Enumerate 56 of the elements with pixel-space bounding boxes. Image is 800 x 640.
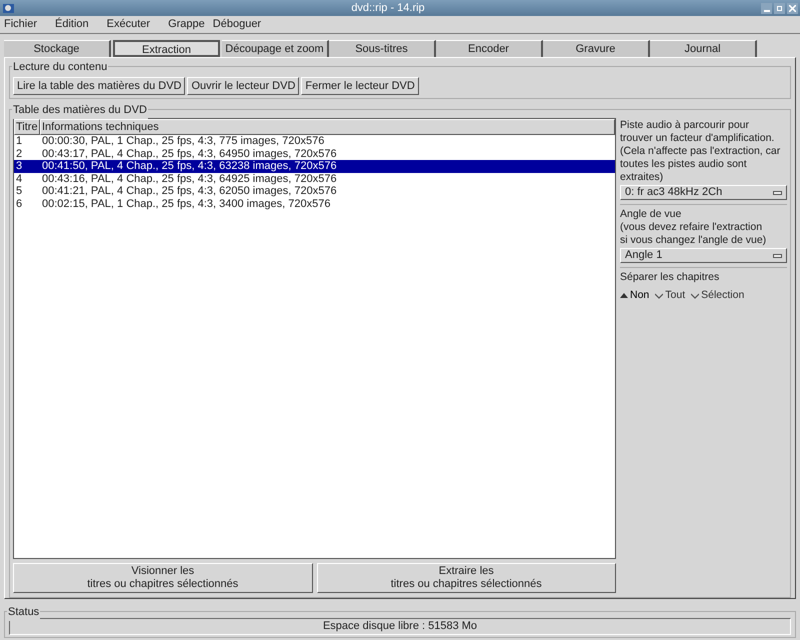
dropdown[interactable]: Angle 1 — [620, 248, 787, 263]
menu-item[interactable]: Fichier — [4, 16, 38, 33]
table-row[interactable]: 2 00:43:17, PAL, 4 Chap., 25 fps, 4:3, 64950 images, 720x576 — [14, 148, 615, 160]
radio-icon — [655, 292, 664, 300]
table-cell-text: 00:41:21, PAL, 4 Chap., 25 fps, 4:3, 62050 images, 720x576 — [41, 185, 337, 198]
table-cell-text: 2 — [15, 148, 24, 160]
column-header[interactable]: Titre — [14, 119, 40, 135]
radio-option[interactable]: Sélection — [691, 289, 744, 302]
toolbar-button[interactable]: Ouvrir le lecteur DVD — [187, 77, 300, 95]
tab[interactable]: Découpage et zoom — [222, 40, 329, 57]
table-cell-text: 6 — [15, 198, 24, 210]
toolbar-button[interactable]: Fermer le lecteur DVD — [301, 77, 419, 95]
dropdown[interactable]: 0: fr ac3 48kHz 2Ch — [620, 185, 787, 200]
menu-item[interactable]: Édition — [55, 16, 89, 33]
table-cell-text: 00:43:16, PAL, 4 Chap., 25 fps, 4:3, 64925 images, 720x576 — [41, 172, 337, 185]
table-cell-text: 1 — [15, 135, 24, 148]
group-title: Status — [7, 604, 40, 620]
table-row[interactable]: 1 00:00:30, PAL, 1 Chap., 25 fps, 4:3, 775 images, 720x576 — [14, 135, 615, 148]
radio-option[interactable]: Tout — [655, 289, 686, 302]
tab[interactable]: Encoder — [436, 40, 543, 57]
split-chapters-label: Séparer les chapitres — [620, 271, 720, 284]
table-cell-text: 5 — [15, 185, 24, 198]
minimize-button[interactable] — [761, 2, 772, 14]
tab[interactable]: Stockage — [4, 40, 111, 57]
action-button[interactable]: Extraire les titres ou chapitres sélectionnés — [316, 563, 616, 593]
tab[interactable]: Extraction — [113, 40, 220, 57]
menu-item[interactable]: Exécuter — [106, 16, 150, 33]
column-header[interactable]: Informations techniques — [40, 119, 615, 135]
audio-track-label: Piste audio à parcourir pour trouver un facteur d'amplification. (Cela n'affecte pas l'extraction, car toutes les pistes audio sont extraites) — [620, 119, 782, 184]
menu-item[interactable]: Grappe — [168, 16, 205, 33]
radio-option[interactable]: Non — [620, 289, 650, 302]
table-row[interactable]: 6 00:02:15, PAL, 1 Chap., 25 fps, 4:3, 3400 images, 720x576 — [14, 198, 615, 210]
window-title: dvd::rip - 14.rip — [350, 0, 426, 16]
table-row[interactable]: 5 00:41:21, PAL, 4 Chap., 25 fps, 4:3, 62050 images, 720x576 — [14, 185, 615, 198]
toolbar-button[interactable]: Lire la table des matières du DVD — [13, 77, 186, 95]
tab[interactable]: Sous-titres — [329, 40, 436, 57]
radio-icon — [691, 292, 700, 300]
view-angle-label: Angle de vue (vous devez refaire l'extraction si vous changez l'angle de vue) — [620, 208, 768, 247]
tab[interactable]: Gravure — [543, 40, 650, 57]
table-row[interactable]: 4 00:43:16, PAL, 4 Chap., 25 fps, 4:3, 64925 images, 720x576 — [14, 172, 615, 185]
action-button[interactable]: Visionner les titres ou chapitres sélectionnés — [13, 563, 312, 593]
group-title: Table des matières du DVD — [12, 102, 148, 118]
table-row[interactable]: 3 00:41:50, PAL, 4 Chap., 25 fps, 4:3, 63238 images, 720x576 — [14, 160, 615, 172]
radio-icon — [620, 292, 628, 300]
status-bar: Espace disque libre : 51583 Mo — [9, 618, 791, 635]
app-icon — [2, 2, 15, 14]
table-cell-text: 00:41:50, PAL, 4 Chap., 25 fps, 4:3, 63238 images, 720x576 — [41, 160, 337, 172]
table-cell-text: 00:43:17, PAL, 4 Chap., 25 fps, 4:3, 64950 images, 720x576 — [41, 148, 337, 160]
menu-item[interactable]: Déboguer — [212, 16, 262, 33]
table-cell-text: 3 — [15, 160, 24, 172]
table-cell-text: 00:00:30, PAL, 1 Chap., 25 fps, 4:3, 775 images, 720x576 — [41, 135, 324, 148]
table-cell-text: 4 — [15, 172, 24, 185]
table-cell-text: 00:02:15, PAL, 1 Chap., 25 fps, 4:3, 3400 images, 720x576 — [41, 198, 330, 210]
tab[interactable]: Journal — [650, 40, 757, 57]
close-button[interactable] — [787, 2, 798, 14]
maximize-button[interactable] — [774, 2, 785, 14]
